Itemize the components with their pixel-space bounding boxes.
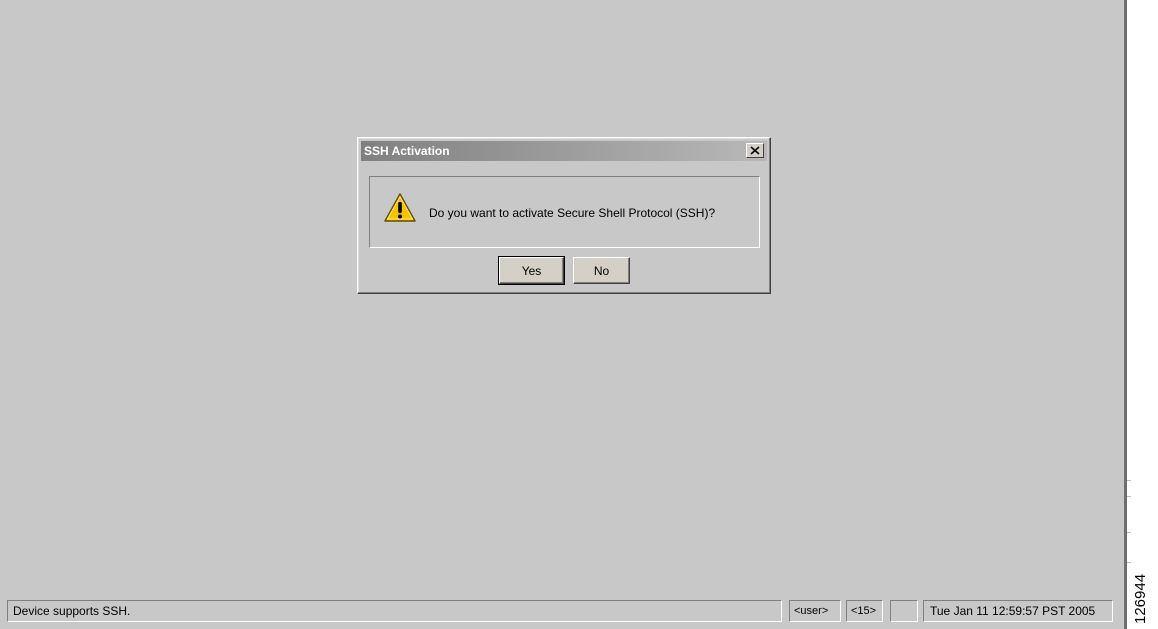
status-user: <user> (789, 600, 841, 622)
status-bar: Device supports SSH. <user> <15> Tue Jan… (0, 598, 1124, 629)
close-icon (750, 146, 760, 155)
status-privilege: <15> (846, 600, 883, 622)
message-panel: Do you want to activate Secure Shell Pro… (369, 176, 760, 248)
ssh-activation-dialog: SSH Activation Do you want to activate S… (357, 137, 771, 294)
figure-id: 126944 (1132, 573, 1149, 624)
status-datetime: Tue Jan 11 12:59:57 PST 2005 (923, 600, 1113, 622)
dialog-message: Do you want to activate Secure Shell Pro… (429, 206, 716, 220)
dialog-title: SSH Activation (364, 144, 450, 158)
right-gutter (1127, 0, 1158, 629)
close-button[interactable] (746, 143, 764, 158)
gutter-mark (1127, 532, 1131, 533)
status-empty-cell (890, 600, 918, 622)
dialog-titlebar[interactable]: SSH Activation (361, 141, 767, 161)
application-background (0, 0, 1124, 629)
no-button[interactable]: No (573, 257, 630, 284)
status-message: Device supports SSH. (7, 600, 782, 622)
warning-icon (384, 193, 416, 222)
yes-button[interactable]: Yes (498, 256, 565, 285)
gutter-mark (1127, 562, 1131, 563)
gutter-mark (1127, 496, 1131, 497)
gutter-mark (1127, 480, 1131, 481)
